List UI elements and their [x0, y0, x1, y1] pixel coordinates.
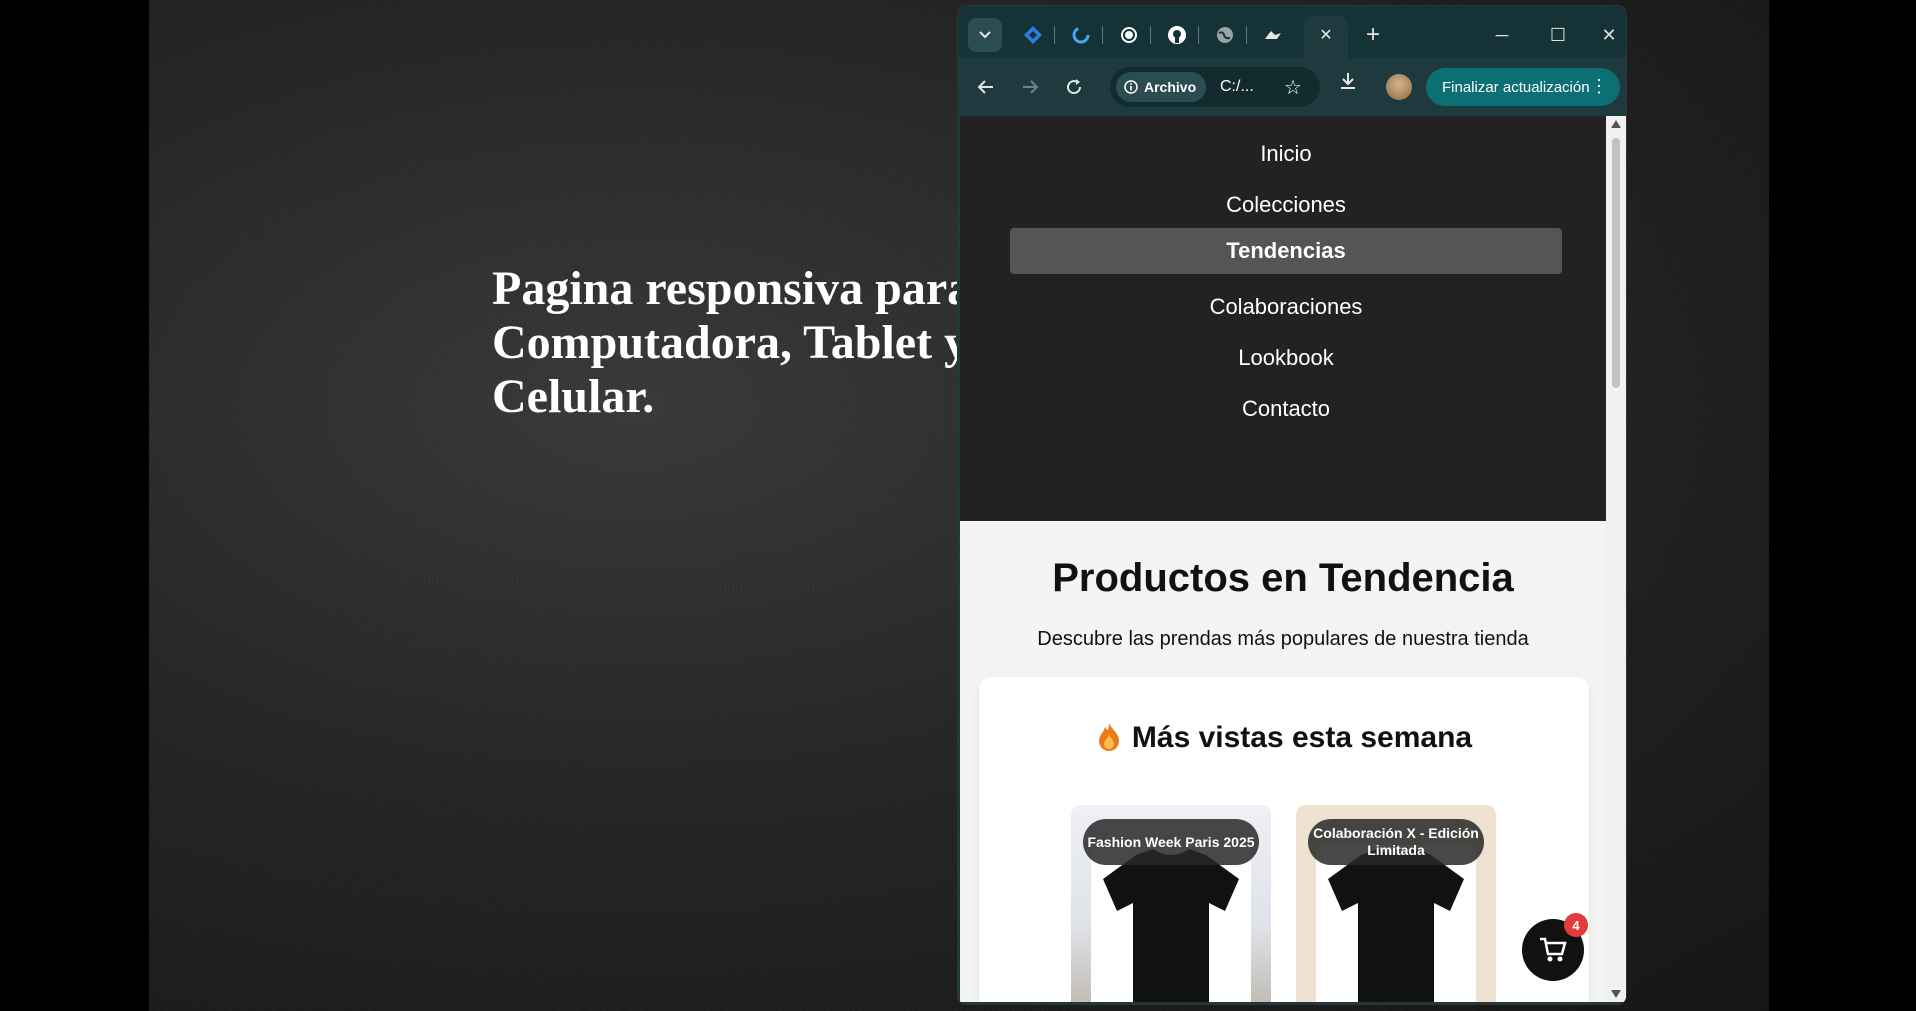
back-icon[interactable] — [970, 71, 1002, 103]
update-label: Finalizar actualización — [1442, 78, 1590, 96]
headline-text: Pagina responsiva para Computadora, Tabl… — [492, 262, 972, 423]
tab-separator — [1246, 26, 1247, 44]
mobile-nav-menu: Inicio Colecciones Tendencias Colaboraci… — [960, 116, 1606, 521]
update-button[interactable]: Finalizar actualización ⋮ — [1426, 68, 1620, 106]
info-icon — [1124, 80, 1138, 94]
tab-separator — [1102, 26, 1103, 44]
close-window-icon[interactable]: ✕ — [1594, 20, 1624, 50]
cart-icon — [1540, 937, 1567, 962]
forward-icon[interactable] — [1014, 71, 1046, 103]
bird-tab-icon[interactable] — [1256, 18, 1290, 52]
card-title-text: Más vistas esta semana — [1131, 721, 1473, 754]
browser-toolbar: Archivo C:/... ☆ Finalizar actualización… — [958, 58, 1626, 116]
minimize-icon[interactable]: ─ — [1482, 20, 1522, 50]
close-tab-icon[interactable]: ✕ — [1309, 18, 1343, 52]
profile-avatar[interactable] — [1386, 74, 1412, 100]
download-icon[interactable] — [1338, 71, 1358, 97]
product-tag: Fashion Week Paris 2025 — [1083, 819, 1259, 865]
trending-section: Productos en Tendencia Descubre las pren… — [960, 521, 1606, 1002]
github-icon[interactable] — [1160, 18, 1194, 52]
address-bar[interactable]: Archivo C:/... ☆ — [1110, 67, 1320, 107]
product-card[interactable]: Fashion Week Paris 2025 — [1071, 805, 1271, 1002]
product-tag: Colaboración X - Edición Limitada — [1308, 819, 1484, 865]
scroll-down-arrow-icon[interactable] — [1611, 990, 1621, 998]
url-text[interactable]: C:/... — [1220, 78, 1254, 96]
cart-count-badge: 4 — [1564, 913, 1588, 937]
scrollbar-thumb[interactable] — [1612, 138, 1620, 388]
tab-bar: ✕ + ─ ☐ ✕ — [958, 6, 1626, 58]
tshirt-image — [1103, 849, 1239, 1002]
tab-search-dropdown-icon[interactable] — [968, 18, 1002, 52]
nav-item-contacto[interactable]: Contacto — [1010, 381, 1562, 437]
tab-separator — [1198, 26, 1199, 44]
section-title: Productos en Tendencia — [1052, 556, 1514, 600]
nav-item-lookbook[interactable]: Lookbook — [1010, 330, 1562, 386]
nav-item-colaboraciones[interactable]: Colaboraciones — [1010, 279, 1562, 335]
nav-item-inicio[interactable]: Inicio — [1010, 126, 1562, 182]
product-card[interactable]: Colaboración X - Edición Limitada — [1296, 805, 1496, 1002]
fire-icon — [1096, 721, 1122, 755]
loading-icon[interactable] — [1064, 18, 1098, 52]
tab-separator — [1150, 26, 1151, 44]
nav-item-tendencias[interactable]: Tendencias — [1010, 228, 1562, 274]
card-title: Más vistas esta semana — [979, 721, 1589, 755]
tab-separator — [1054, 26, 1055, 44]
bookmark-star-icon[interactable]: ☆ — [1284, 75, 1302, 100]
globe-icon[interactable] — [1208, 18, 1242, 52]
most-viewed-card: Más vistas esta semana Fashion Week Pari… — [979, 677, 1589, 1002]
tshirt-image — [1328, 849, 1464, 1002]
openai-icon[interactable] — [1112, 18, 1146, 52]
section-subtitle: Descubre las prendas más populares de nu… — [1037, 628, 1529, 650]
browser-window: ✕ + ─ ☐ ✕ Archivo C:/... ☆ Finalizar act — [958, 6, 1626, 1004]
page-viewport: Inicio Colecciones Tendencias Colaboraci… — [960, 116, 1626, 1002]
new-tab-icon[interactable]: + — [1356, 18, 1390, 52]
kebab-menu-icon[interactable]: ⋮ — [1590, 76, 1608, 97]
scrollbar[interactable] — [1606, 116, 1626, 1002]
chip-label: Archivo — [1144, 79, 1197, 95]
site-info-chip[interactable]: Archivo — [1116, 72, 1207, 102]
reload-icon[interactable] — [1058, 71, 1090, 103]
nav-item-colecciones[interactable]: Colecciones — [1010, 177, 1562, 233]
jira-icon[interactable] — [1016, 18, 1050, 52]
maximize-icon[interactable]: ☐ — [1538, 20, 1578, 50]
scroll-up-arrow-icon[interactable] — [1611, 120, 1621, 128]
